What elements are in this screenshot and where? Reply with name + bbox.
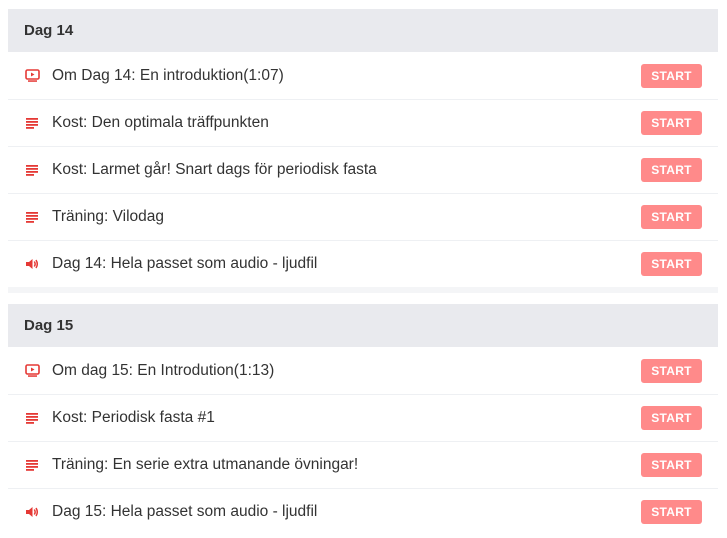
section-title: Dag 14 bbox=[8, 9, 718, 52]
lesson-title[interactable]: Dag 14: Hela passet som audio - ljudfil bbox=[52, 255, 641, 273]
lesson-row[interactable]: Dag 14: Hela passet som audio - ljudfil … bbox=[8, 240, 718, 287]
start-button[interactable]: START bbox=[641, 158, 702, 182]
lesson-title[interactable]: Kost: Periodisk fasta #1 bbox=[52, 409, 641, 427]
video-icon bbox=[24, 68, 40, 84]
start-button[interactable]: START bbox=[641, 453, 702, 477]
audio-icon bbox=[24, 256, 40, 272]
text-lines-icon bbox=[24, 209, 40, 225]
section-dag-15: Dag 15 Om dag 15: En Introdution(1:13) S… bbox=[8, 304, 718, 535]
section-title: Dag 15 bbox=[8, 304, 718, 347]
start-button[interactable]: START bbox=[641, 406, 702, 430]
start-button[interactable]: START bbox=[641, 252, 702, 276]
section-divider bbox=[8, 287, 718, 293]
start-button[interactable]: START bbox=[641, 500, 702, 524]
lesson-row[interactable]: Om dag 15: En Introdution(1:13) START bbox=[8, 347, 718, 394]
audio-icon bbox=[24, 504, 40, 520]
text-lines-icon bbox=[24, 115, 40, 131]
lesson-title[interactable]: Träning: Vilodag bbox=[52, 208, 641, 226]
lesson-title[interactable]: Om dag 15: En Introdution(1:13) bbox=[52, 362, 641, 380]
video-icon bbox=[24, 363, 40, 379]
start-button[interactable]: START bbox=[641, 358, 702, 383]
lesson-title[interactable]: Kost: Den optimala träffpunkten bbox=[52, 114, 641, 132]
lesson-row[interactable]: Kost: Periodisk fasta #1 START bbox=[8, 394, 718, 441]
lesson-row[interactable]: Träning: En serie extra utmanande övning… bbox=[8, 441, 718, 488]
lesson-row[interactable]: Träning: Vilodag START bbox=[8, 193, 718, 240]
lesson-title[interactable]: Dag 15: Hela passet som audio - ljudfil bbox=[52, 503, 641, 521]
text-lines-icon bbox=[24, 162, 40, 178]
start-button[interactable]: START bbox=[641, 205, 702, 229]
lesson-row[interactable]: Dag 15: Hela passet som audio - ljudfil … bbox=[8, 488, 718, 535]
lesson-row[interactable]: Om Dag 14: En introduktion(1:07) START bbox=[8, 52, 718, 99]
text-lines-icon bbox=[24, 410, 40, 426]
lesson-row[interactable]: Kost: Larmet går! Snart dags för periodi… bbox=[8, 146, 718, 193]
lesson-row[interactable]: Kost: Den optimala träffpunkten START bbox=[8, 99, 718, 146]
lesson-title[interactable]: Träning: En serie extra utmanande övning… bbox=[52, 456, 641, 474]
lesson-title[interactable]: Om Dag 14: En introduktion(1:07) bbox=[52, 67, 641, 85]
start-button[interactable]: START bbox=[641, 111, 702, 135]
section-dag-14: Dag 14 Om Dag 14: En introduktion(1:07) … bbox=[8, 9, 718, 293]
course-lesson-list: Dag 14 Om Dag 14: En introduktion(1:07) … bbox=[8, 9, 718, 535]
start-button[interactable]: START bbox=[641, 63, 702, 88]
text-lines-icon bbox=[24, 457, 40, 473]
lesson-title[interactable]: Kost: Larmet går! Snart dags för periodi… bbox=[52, 161, 641, 179]
